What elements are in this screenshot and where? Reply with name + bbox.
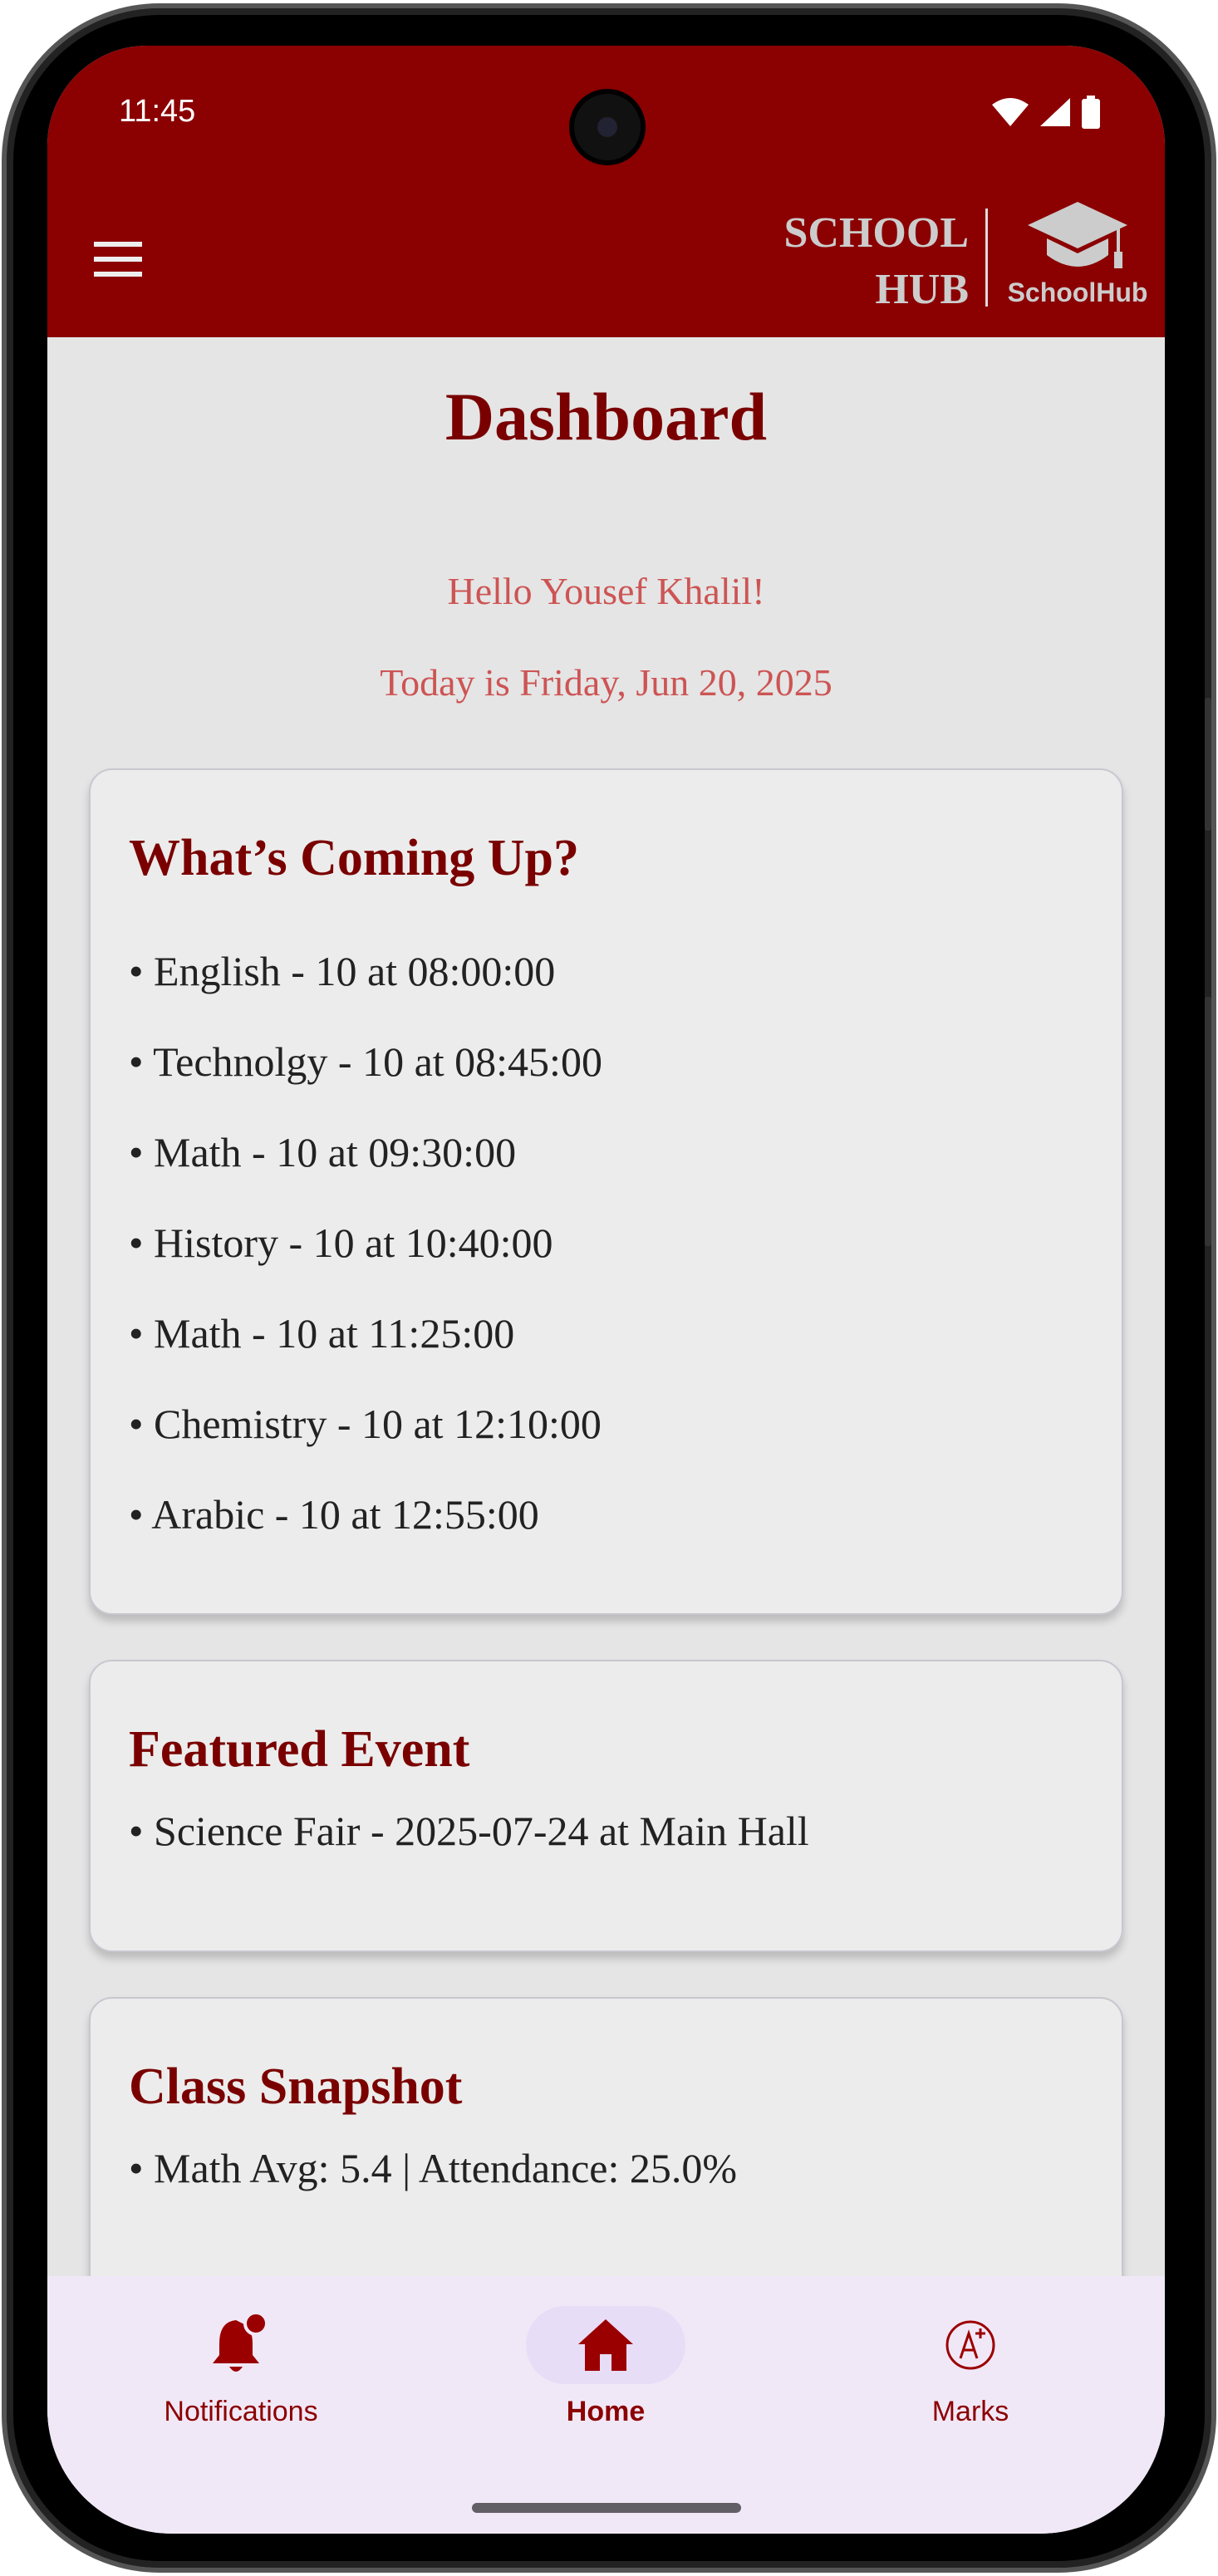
app-header: 11:45 SCHOOL HUB SchoolHub bbox=[47, 46, 1165, 337]
home-icon bbox=[578, 2319, 633, 2371]
list-item: • Science Fair - 2025-07-24 at Main Hall bbox=[129, 1808, 809, 1854]
signal-icon bbox=[1040, 98, 1070, 126]
screen: 11:45 SCHOOL HUB SchoolHub Dashboard Hel… bbox=[47, 46, 1165, 2534]
list-item: • Math Avg: 5.4 | Attendance: 25.0% bbox=[129, 2145, 738, 2191]
grade-a-plus-icon bbox=[945, 2320, 995, 2370]
nav-home[interactable]: Home bbox=[481, 2306, 730, 2428]
list-item: • Technolgy - 10 at 08:45:00 bbox=[129, 1038, 602, 1085]
logo-divider bbox=[985, 209, 988, 307]
featured-event-card: Featured Event • Science Fair - 2025-07-… bbox=[89, 1660, 1123, 1952]
logo: SchoolHub bbox=[1007, 202, 1148, 308]
camera-cutout bbox=[569, 89, 646, 165]
bottom-nav: Notifications Home Marks bbox=[47, 2276, 1165, 2534]
list-item: • English - 10 at 08:00:00 bbox=[129, 948, 556, 994]
list-item: • Chemistry - 10 at 12:10:00 bbox=[129, 1401, 602, 1447]
graduation-cap-icon bbox=[1028, 202, 1127, 268]
hamburger-menu-icon[interactable] bbox=[94, 242, 142, 277]
nav-notifications[interactable]: Notifications bbox=[116, 2306, 366, 2428]
card-title: What’s Coming Up? bbox=[129, 830, 579, 886]
list-item: • Math - 10 at 11:25:00 bbox=[129, 1310, 515, 1357]
date-line: Today is Friday, Jun 20, 2025 bbox=[380, 661, 832, 704]
upcoming-card: What’s Coming Up? • English - 10 at 08:0… bbox=[89, 768, 1123, 1615]
battery-icon bbox=[1082, 96, 1100, 129]
power-button bbox=[1205, 997, 1211, 1246]
card-title: Class Snapshot bbox=[129, 2058, 463, 2115]
status-time: 11:45 bbox=[119, 94, 196, 129]
bell-badge-icon bbox=[213, 2312, 268, 2372]
home-gesture-bar[interactable] bbox=[472, 2503, 741, 2513]
nav-marks[interactable]: Marks bbox=[846, 2306, 1095, 2428]
greeting: Hello Yousef Khalil! bbox=[447, 570, 765, 612]
volume-button bbox=[1205, 698, 1211, 831]
list-item: • History - 10 at 10:40:00 bbox=[129, 1219, 553, 1266]
list-item: • Arabic - 10 at 12:55:00 bbox=[129, 1491, 539, 1538]
page-title: Dashboard bbox=[444, 379, 768, 454]
logo-text: SCHOOL HUB bbox=[783, 209, 970, 313]
card-title: Featured Event bbox=[129, 1721, 470, 1778]
list-item: • Math - 10 at 09:30:00 bbox=[129, 1129, 517, 1175]
wifi-icon bbox=[992, 98, 1029, 126]
active-indicator bbox=[526, 2306, 685, 2384]
status-icons bbox=[992, 96, 1100, 129]
